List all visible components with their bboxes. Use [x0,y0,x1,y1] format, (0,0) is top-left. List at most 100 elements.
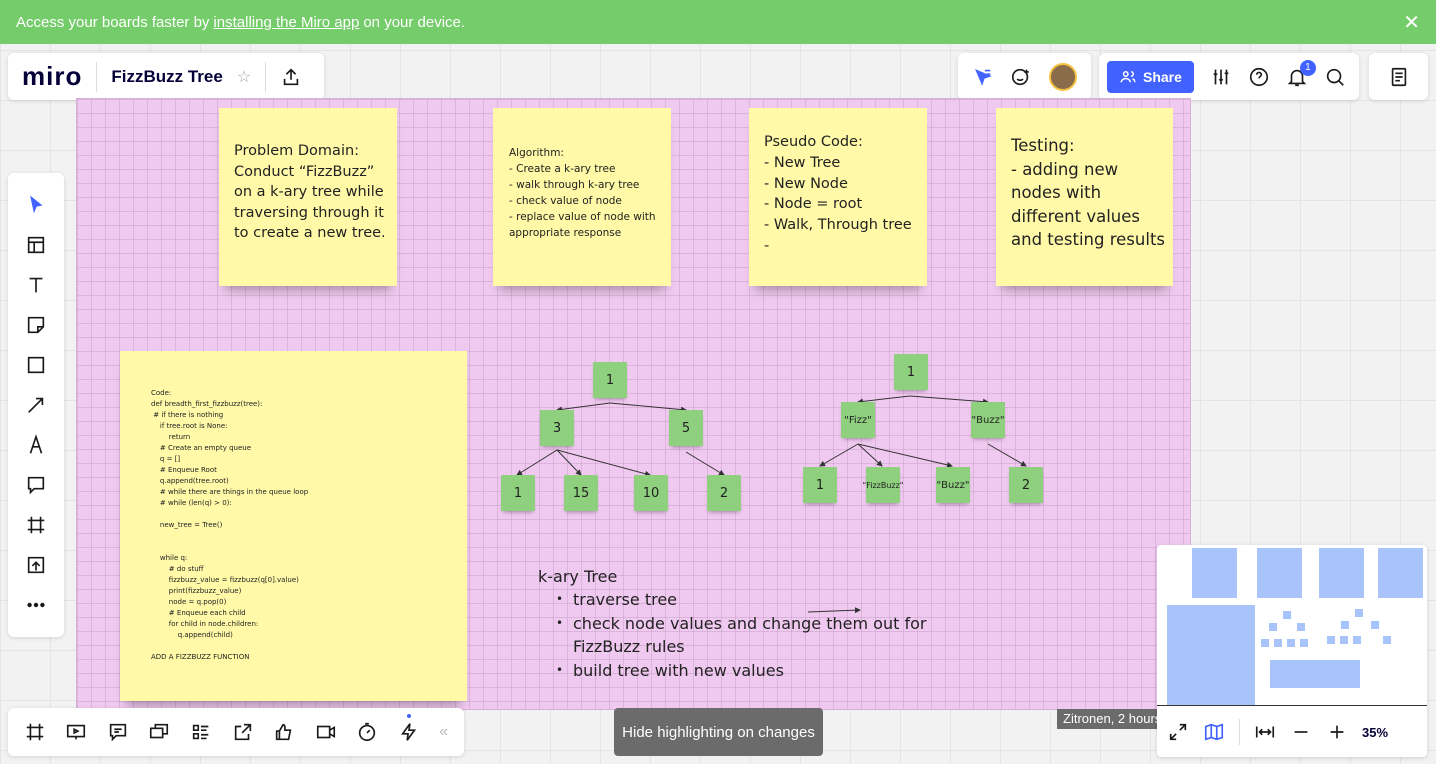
minimap-block [1353,636,1361,644]
close-banner-icon[interactable]: ✕ [1403,10,1420,35]
miro-logo[interactable]: miro [22,61,82,92]
kary-tree-text[interactable]: k-ary Tree traverse tree check node valu… [538,566,926,682]
sticky-code[interactable]: Code: def breadth_first_fizzbuzz(tree): … [120,351,467,701]
left-toolbar [8,173,64,637]
comment-tool[interactable] [16,465,56,505]
divider [96,61,98,92]
board-notes-button[interactable] [1369,53,1428,100]
sticky-line: - Create a k-ary tree [509,163,616,175]
code-line: # Enqueue Root [151,466,217,474]
video-call-icon[interactable] [315,721,337,743]
minimap-block [1192,548,1237,598]
comments-icon[interactable] [107,721,129,743]
square-icon [27,356,45,374]
sticky-problem-domain[interactable]: Problem Domain: Conduct “FizzBuzz” on a … [219,108,397,286]
card-list-icon[interactable] [190,721,212,743]
sticky-note-tool[interactable] [16,305,56,345]
text-tool[interactable] [16,265,56,305]
zoom-in-icon[interactable] [1326,721,1348,743]
screen-share-icon[interactable] [148,721,170,743]
sticky-line: Algorithm: [509,147,564,159]
shape-tool[interactable] [16,345,56,385]
map-icon[interactable] [1203,721,1225,743]
lightning-icon[interactable] [398,714,420,743]
share-out-icon[interactable] [232,721,254,743]
minimap-block [1269,623,1277,631]
code-line: # do stuff [151,565,204,573]
sticky-line: appropriate response [509,227,622,239]
frame-tool[interactable] [16,505,56,545]
search-icon[interactable] [1324,66,1346,88]
templates-tool[interactable] [16,225,56,265]
board-title[interactable]: FizzBuzz Tree [111,67,222,87]
sticky-line: nodes with [1011,183,1102,202]
fizzbuzz-tree-node[interactable]: "Buzz" [936,467,970,503]
indicator-dot [406,714,411,718]
connection-line-tool[interactable] [16,385,56,425]
pen-tool[interactable] [16,425,56,465]
sticky-line: Problem Domain: [234,143,360,159]
sticky-pseudo-code[interactable]: Pseudo Code: - New Tree - New Node - Nod… [749,108,927,286]
help-icon[interactable] [1248,66,1270,88]
voting-thumbs-up-icon[interactable] [273,721,295,743]
tree-node[interactable]: 3 [540,410,574,446]
fit-to-screen-icon[interactable] [1254,721,1276,743]
export-icon[interactable] [280,66,302,88]
sticky-line: - walk through k-ary tree [509,179,640,191]
zoom-out-icon[interactable] [1290,721,1312,743]
bullet-item: check node values and change them out fo… [556,612,926,659]
sticky-algorithm[interactable]: Algorithm: - Create a k-ary tree - walk … [493,108,671,286]
avatar[interactable] [1048,62,1077,91]
sticky-line: - [764,237,770,254]
install-app-link[interactable]: installing the Miro app [213,14,359,31]
zoom-level[interactable]: 35% [1362,725,1388,740]
reactions-icon[interactable] [1010,66,1032,88]
code-line: print(fizzbuzz_value) [151,587,242,595]
fizzbuzz-tree-node[interactable]: 2 [1009,467,1043,503]
fizzbuzz-tree-node[interactable]: 1 [894,354,928,390]
users-icon [1120,70,1136,82]
code-line: if tree.root is None: [151,422,228,430]
fizzbuzz-tree-node[interactable]: "Fizz" [841,402,875,438]
fullscreen-icon[interactable] [1167,721,1189,743]
minimap-block [1341,621,1349,629]
presentation-icon[interactable] [65,721,87,743]
minimap[interactable]: 35% [1157,545,1427,757]
upload-tool[interactable] [16,545,56,585]
hide-highlighting-tooltip[interactable]: Hide highlighting on changes [614,708,823,756]
timer-icon[interactable] [356,721,378,743]
settings-sliders-icon[interactable] [1210,66,1232,88]
sticky-line: different values [1011,206,1140,226]
notifications-bell-icon[interactable]: 1 [1286,59,1316,88]
sticky-line: - New Tree [764,154,841,171]
tree-node[interactable]: 10 [634,475,668,511]
tree-node[interactable]: 5 [669,410,703,446]
follow-cursor-icon[interactable] [972,66,994,88]
star-icon[interactable]: ☆ [237,67,251,87]
fizzbuzz-tree-node[interactable]: 1 [803,467,837,503]
frames-icon[interactable] [24,721,46,743]
sticky-testing[interactable]: Testing: - adding new nodes with differe… [996,108,1173,286]
bullet-continuation: FizzBuzz rules [573,637,685,656]
sticky-line: - replace value of node with [509,211,656,223]
minimap-block [1371,621,1379,629]
minimap-viewport[interactable] [1157,705,1427,706]
fizzbuzz-tree-node[interactable]: "Buzz" [971,402,1005,438]
select-tool[interactable] [16,185,56,225]
fizzbuzz-tree-node[interactable]: "FizzBuzz" [863,467,903,503]
tree-node[interactable]: 1 [501,475,535,511]
tree-node[interactable]: 15 [564,475,598,511]
banner-text: Access your boards faster by [16,13,210,31]
code-line: def breadth_first_fizzbuzz(tree): [151,400,263,408]
bottom-toolbar: « [8,708,464,756]
sticky-line: Conduct “FizzBuzz” [234,163,375,180]
more-tools[interactable] [16,585,56,625]
tree-node[interactable]: 1 [593,362,627,398]
collapse-toolbar-icon[interactable]: « [439,723,448,741]
code-line: return [151,433,191,441]
share-button[interactable]: Share [1107,60,1194,93]
arrow-icon [28,397,44,413]
tree-node[interactable]: 2 [707,475,741,511]
